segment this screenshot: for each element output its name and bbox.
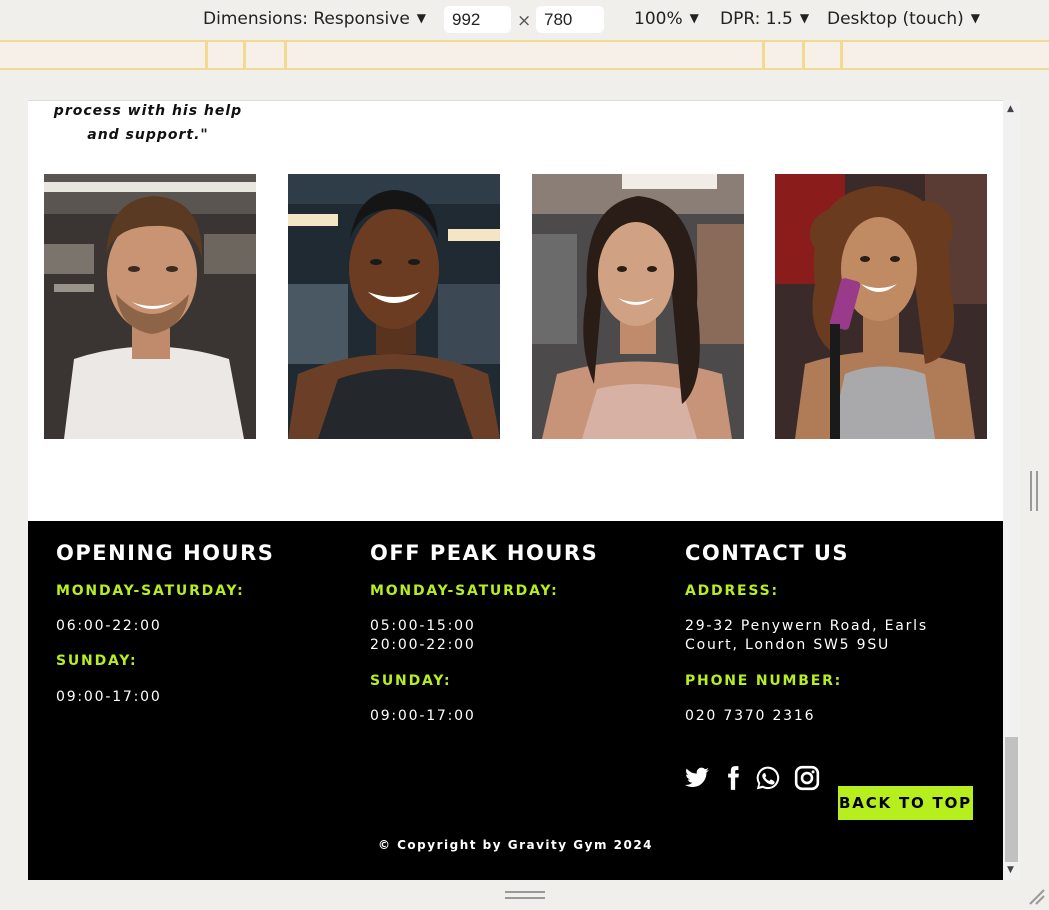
opening-weekday-hours: 06:00-22:00 <box>56 618 162 634</box>
device-mode-dropdown[interactable]: Desktop (touch) ▼ <box>827 9 980 29</box>
offpeak-weekday-hours-1: 05:00-15:00 <box>370 618 476 634</box>
chevron-down-icon: ▼ <box>799 11 810 25</box>
opening-sunday-label: SUNDAY: <box>56 653 138 669</box>
height-input[interactable] <box>536 6 604 33</box>
resize-handle-corner-icon[interactable] <box>1026 886 1046 906</box>
opening-sunday-hours: 09:00-17:00 <box>56 689 162 705</box>
address-label: ADDRESS: <box>685 583 779 599</box>
page-viewport: process with his help and support." OPEN… <box>28 100 1003 880</box>
chevron-down-icon: ▼ <box>970 11 980 25</box>
media-query-marker[interactable] <box>762 42 765 68</box>
whatsapp-icon[interactable] <box>755 765 781 791</box>
offpeak-weekday-hours-2: 20:00-22:00 <box>370 637 476 653</box>
trainer-photo <box>288 174 500 439</box>
offpeak-sunday-hours: 09:00-17:00 <box>370 708 476 724</box>
twitter-icon[interactable] <box>684 765 710 791</box>
dpr-label: DPR: 1.5 <box>720 9 793 29</box>
zoom-dropdown[interactable]: 100% ▼ <box>634 9 699 29</box>
address-line-2: Court, London SW5 9SU <box>685 637 891 653</box>
dpr-dropdown[interactable]: DPR: 1.5 ▼ <box>720 9 809 29</box>
instagram-icon[interactable] <box>794 765 820 791</box>
facebook-icon[interactable] <box>720 765 746 791</box>
resize-handle-bottom[interactable] <box>505 891 545 901</box>
trainer-photo <box>775 174 987 439</box>
resize-handle-right[interactable] <box>1030 471 1040 511</box>
media-query-marker[interactable] <box>243 42 246 68</box>
quote-line: and support." <box>87 127 209 143</box>
site-footer: OPENING HOURS MONDAY-SATURDAY: 06:00-22:… <box>28 521 1003 880</box>
offpeak-weekday-label: MONDAY-SATURDAY: <box>370 583 559 599</box>
zoom-label: 100% <box>634 9 683 29</box>
chevron-down-icon: ▼ <box>689 11 699 25</box>
contact-column: CONTACT US <box>685 541 849 565</box>
scrollbar-thumb[interactable] <box>1005 737 1018 862</box>
address-line-1: 29-32 Penywern Road, Earls <box>685 618 928 634</box>
scroll-up-arrow-icon[interactable]: ▲ <box>1007 104 1014 114</box>
opening-hours-title: OPENING HOURS <box>56 541 275 565</box>
phone-label: PHONE NUMBER: <box>685 673 843 689</box>
media-query-marker[interactable] <box>284 42 287 68</box>
offpeak-hours-title: OFF PEAK HOURS <box>370 541 599 565</box>
opening-weekday-label: MONDAY-SATURDAY: <box>56 583 245 599</box>
dimensions-dropdown[interactable]: Dimensions: Responsive ▼ <box>203 9 426 29</box>
trainer-photo <box>532 174 744 439</box>
scroll-down-arrow-icon[interactable]: ▼ <box>1007 865 1014 875</box>
devtools-toolbar: Dimensions: Responsive ▼ × 100% ▼ DPR: 1.5… <box>0 0 1049 40</box>
times-separator: × <box>517 11 532 31</box>
width-input[interactable] <box>444 6 511 33</box>
phone-number: 020 7370 2316 <box>685 708 816 724</box>
testimonial-quote: process with his help and support." <box>48 101 248 147</box>
trainer-photo <box>44 174 256 439</box>
media-query-marker[interactable] <box>802 42 805 68</box>
quote-line: process with his help <box>53 103 243 119</box>
media-query-bar[interactable] <box>0 40 1049 70</box>
offpeak-sunday-label: SUNDAY: <box>370 673 452 689</box>
vertical-scrollbar[interactable]: ▲ ▼ <box>1003 100 1020 880</box>
back-to-top-button[interactable]: BACK TO TOP <box>838 786 973 820</box>
copyright-text: © Copyright by Gravity Gym 2024 <box>377 838 654 852</box>
opening-hours-column: OPENING HOURS <box>56 541 274 565</box>
contact-title: CONTACT US <box>685 541 850 565</box>
media-query-marker[interactable] <box>205 42 208 68</box>
dimensions-label: Dimensions: Responsive <box>203 9 410 29</box>
offpeak-hours-column: OFF PEAK HOURS <box>370 541 598 565</box>
device-mode-label: Desktop (touch) <box>827 9 964 29</box>
chevron-down-icon: ▼ <box>416 11 427 25</box>
media-query-marker[interactable] <box>840 42 843 68</box>
